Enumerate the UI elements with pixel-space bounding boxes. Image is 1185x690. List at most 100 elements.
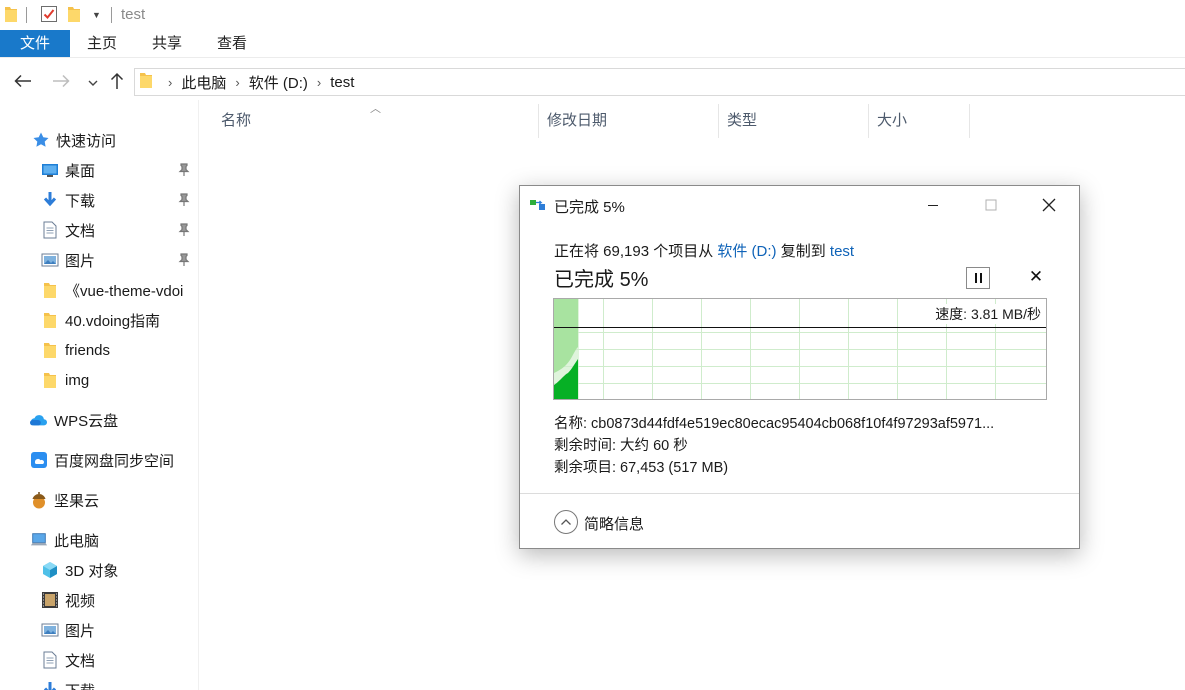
picture-icon: [41, 621, 59, 639]
sidebar-item-downloads[interactable]: 下载: [0, 186, 198, 214]
copy-description: 正在将 69,193 个项目从 软件 (D:) 复制到 test: [554, 240, 854, 261]
progress-status-label: 已完成: [554, 269, 614, 291]
sidebar-item-3d-objects[interactable]: 3D 对象: [0, 556, 198, 584]
sidebar-item-pictures-pc[interactable]: 图片: [0, 616, 198, 644]
source-link[interactable]: 软件 (D:): [717, 243, 776, 260]
video-icon: [41, 591, 59, 609]
sidebar-item-label: 桌面: [65, 162, 96, 180]
cancel-copy-button[interactable]: ✕: [1025, 266, 1047, 288]
sidebar-item-label: 坚果云: [54, 492, 100, 510]
document-icon: [41, 221, 59, 239]
up-arrow-icon[interactable]: [106, 70, 128, 92]
close-button[interactable]: [1026, 190, 1072, 220]
recent-locations-chevron-icon[interactable]: [82, 70, 104, 92]
tab-home[interactable]: 主页: [76, 30, 128, 57]
properties-checkmark-icon[interactable]: [40, 5, 58, 26]
sidebar-item-label: img: [65, 371, 90, 389]
column-header-type[interactable]: 类型: [719, 104, 868, 138]
folder-icon: [41, 281, 59, 299]
title-bar: ▼ test: [0, 0, 1185, 30]
tab-share[interactable]: 共享: [141, 30, 193, 57]
cloud-icon: [30, 411, 48, 429]
forward-arrow-icon[interactable]: [50, 70, 72, 92]
progress-heading: 已完成 5%: [554, 263, 648, 292]
fewer-details-label[interactable]: 简略信息: [584, 513, 644, 534]
back-arrow-icon[interactable]: [12, 70, 34, 92]
download-icon: [41, 681, 59, 690]
sidebar-item-jianguoyun[interactable]: 坚果云: [0, 486, 198, 514]
sidebar-item-documents[interactable]: 文档: [0, 216, 198, 244]
sidebar-item-folder-friends[interactable]: friends: [0, 336, 198, 364]
pause-icon: [974, 273, 977, 283]
sidebar-item-wps-cloud[interactable]: WPS云盘: [0, 406, 198, 434]
chevron-right-icon[interactable]: ›: [235, 75, 239, 90]
sidebar-item-videos[interactable]: 视频: [0, 586, 198, 614]
fewer-details-chevron-up-icon[interactable]: [554, 510, 578, 534]
divider: [111, 7, 112, 23]
sidebar-item-folder-vue-theme[interactable]: 《vue-theme-vdoi: [0, 276, 198, 304]
breadcrumb-test[interactable]: test: [330, 74, 354, 91]
minimize-button[interactable]: [910, 190, 956, 220]
items-remaining: 剩余项目: 67,453 (517 MB): [554, 460, 729, 476]
pin-icon[interactable]: [178, 223, 190, 237]
column-divider[interactable]: [969, 104, 970, 138]
maximize-button[interactable]: [968, 190, 1014, 220]
chevron-right-icon[interactable]: ›: [168, 75, 172, 90]
baidu-netdisk-icon: [30, 451, 48, 469]
download-icon: [41, 191, 59, 209]
speed-readout: 速度: 3.81 MB/秒: [933, 304, 1041, 324]
sidebar-item-baidu-sync[interactable]: 百度网盘同步空间: [0, 446, 198, 474]
tab-view[interactable]: 查看: [206, 30, 258, 57]
current-file-name: 名称: cb0873d44fdf4e519ec80ecac95404cb068f…: [554, 416, 995, 432]
sidebar-item-this-pc[interactable]: 此电脑: [0, 526, 198, 554]
sidebar-item-label: 文档: [65, 652, 96, 670]
sidebar-item-label: 文档: [65, 222, 96, 240]
sidebar-item-label: 3D 对象: [65, 562, 119, 580]
copy-transfer-icon: [530, 198, 548, 215]
sidebar-item-label: 图片: [65, 622, 96, 640]
sidebar-item-label: 下载: [65, 680, 95, 690]
pause-icon-bar: [979, 273, 982, 283]
new-folder-icon[interactable]: [67, 5, 81, 23]
sidebar-item-desktop[interactable]: 桌面: [0, 156, 198, 184]
chevron-right-icon[interactable]: ›: [317, 75, 321, 90]
sidebar-item-label: friends: [65, 341, 111, 359]
column-header-size[interactable]: 大小: [869, 104, 969, 138]
column-header-name[interactable]: 名称: [213, 104, 538, 138]
destination-link[interactable]: test: [830, 243, 854, 260]
address-bar[interactable]: › 此电脑 › 软件 (D:) › test: [134, 68, 1185, 96]
sidebar-item-label: 下载: [65, 192, 96, 210]
sidebar-item-folder-vdoing-guide[interactable]: 40.vdoing指南: [0, 306, 198, 334]
customize-toolbar-dropdown-icon[interactable]: ▼: [92, 10, 101, 20]
copy-description-prefix: 正在将 69,193 个项目从: [554, 243, 718, 260]
breadcrumb-this-pc[interactable]: 此电脑: [181, 72, 226, 93]
sidebar-item-label: 《vue-theme-vdoi: [65, 282, 184, 300]
folder-icon: [41, 371, 59, 389]
pause-button[interactable]: [966, 267, 990, 289]
desktop-icon: [41, 161, 59, 179]
pin-icon[interactable]: [178, 253, 190, 267]
sidebar-item-label: 此电脑: [54, 532, 100, 550]
sidebar-item-downloads-pc[interactable]: 下载: [0, 676, 198, 690]
tab-file[interactable]: 文件: [0, 30, 70, 57]
pin-icon[interactable]: [178, 193, 190, 207]
sidebar-item-label: 图片: [65, 252, 96, 270]
sidebar-item-pictures[interactable]: 图片: [0, 246, 198, 274]
navigation-bar: › 此电脑 › 软件 (D:) › test: [0, 66, 1185, 98]
column-header-date-modified[interactable]: 修改日期: [539, 104, 718, 138]
computer-icon: [30, 531, 48, 549]
sidebar-item-folder-img[interactable]: img: [0, 366, 198, 394]
star-icon: [32, 131, 50, 149]
copy-progress-dialog: 已完成 5% 正在将 69,193 个项目从 软件 (D:) 复制到 test …: [519, 185, 1080, 549]
folder-icon: [139, 71, 153, 93]
sidebar-item-documents-pc[interactable]: 文档: [0, 646, 198, 674]
sidebar-item-label: 百度网盘同步空间: [54, 452, 175, 470]
transfer-speed-graph: 速度: 3.81 MB/秒: [553, 298, 1047, 400]
sidebar-item-quick-access[interactable]: 快速访问: [0, 126, 198, 154]
pin-icon[interactable]: [178, 163, 190, 177]
picture-icon: [41, 251, 59, 269]
breadcrumb-drive-d[interactable]: 软件 (D:): [249, 72, 308, 93]
document-icon: [41, 651, 59, 669]
acorn-icon: [30, 491, 48, 509]
divider: [26, 7, 27, 23]
